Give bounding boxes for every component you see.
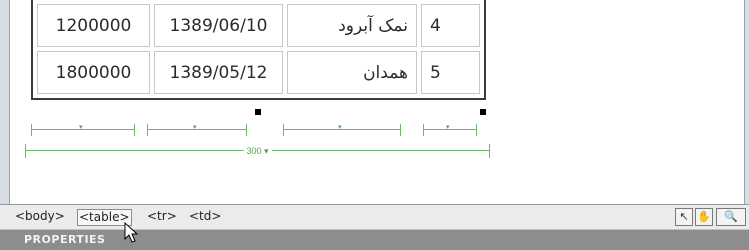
table-width-label[interactable]: 300 ▾ bbox=[243, 144, 272, 158]
table-width-guides: ▾ ▾ ▾ ▾ 300 ▾ bbox=[25, 122, 490, 162]
table-row: 1200000 1389/06/10 نمک آبرود 4 bbox=[37, 4, 480, 47]
chevron-down-icon[interactable]: ▾ bbox=[79, 123, 83, 133]
zoom-tool-icon[interactable]: 🔍 bbox=[716, 208, 746, 226]
column-width-guide[interactable]: ▾ bbox=[423, 124, 477, 136]
date-cell[interactable]: 1389/06/10 bbox=[154, 4, 283, 47]
mouse-cursor-icon bbox=[124, 222, 139, 243]
tag-selector-bar: <body> <table> <tr> <td> ↖ ✋ 🔍 bbox=[0, 204, 749, 230]
tag-tr[interactable]: <tr> bbox=[146, 209, 178, 224]
chevron-down-icon[interactable]: ▾ bbox=[446, 123, 450, 133]
right-panel-edge bbox=[744, 0, 749, 204]
left-panel-edge bbox=[0, 0, 10, 204]
column-width-guide[interactable]: ▾ bbox=[147, 124, 247, 136]
chevron-down-icon[interactable]: ▾ bbox=[338, 123, 342, 133]
name-cell[interactable]: نمک آبرود bbox=[287, 4, 417, 47]
properties-panel-header[interactable]: PROPERTIES bbox=[0, 230, 749, 250]
amount-cell[interactable]: 1800000 bbox=[37, 51, 150, 94]
pointer-tool-icon[interactable]: ↖ bbox=[675, 208, 693, 226]
name-cell[interactable]: همدان bbox=[287, 51, 417, 94]
tag-body[interactable]: <body> bbox=[14, 209, 66, 224]
table-row: 1800000 1389/05/12 همدان 5 bbox=[37, 51, 480, 94]
resize-handle[interactable] bbox=[255, 109, 261, 115]
amount-cell[interactable]: 1200000 bbox=[37, 4, 150, 47]
column-width-guide[interactable]: ▾ bbox=[31, 124, 135, 136]
date-cell[interactable]: 1389/05/12 bbox=[154, 51, 283, 94]
chevron-down-icon[interactable]: ▾ bbox=[193, 123, 197, 133]
properties-panel-title: PROPERTIES bbox=[24, 233, 106, 246]
design-view[interactable]: 1200000 1389/06/10 نمک آبرود 4 1800000 1… bbox=[10, 0, 744, 204]
tag-td[interactable]: <td> bbox=[188, 209, 222, 224]
index-cell[interactable]: 5 bbox=[421, 51, 480, 94]
resize-handle[interactable] bbox=[480, 109, 486, 115]
data-table[interactable]: 1200000 1389/06/10 نمک آبرود 4 1800000 1… bbox=[31, 0, 486, 100]
table-width-total-guide[interactable]: 300 ▾ bbox=[25, 144, 490, 158]
index-cell[interactable]: 4 bbox=[421, 4, 480, 47]
hand-tool-icon[interactable]: ✋ bbox=[695, 208, 713, 226]
column-width-guide[interactable]: ▾ bbox=[283, 124, 401, 136]
